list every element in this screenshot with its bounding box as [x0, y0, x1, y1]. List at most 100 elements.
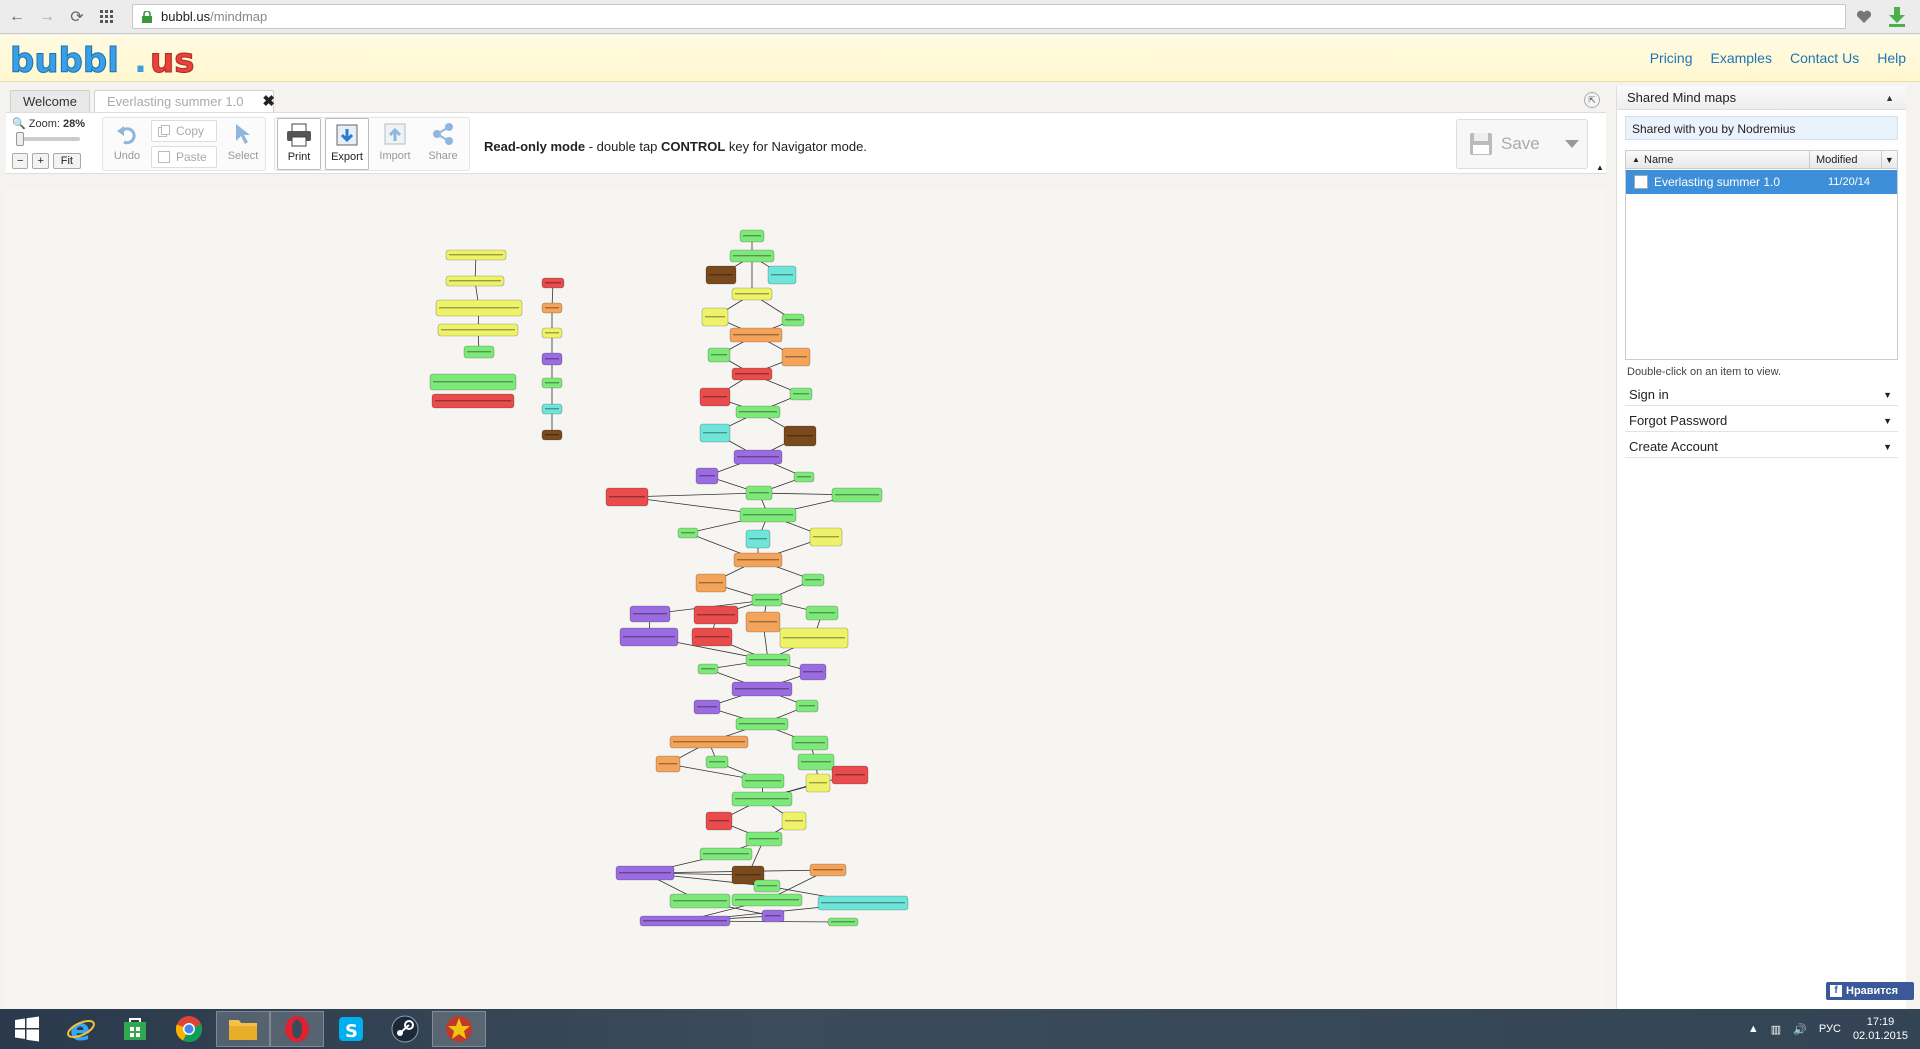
bubble-text-line [703, 432, 727, 434]
bubble-text-line [749, 659, 787, 661]
paste-icon [158, 151, 170, 163]
bubble-text-line [435, 400, 511, 402]
bubble-text-line [673, 900, 727, 902]
bubble-text-line [699, 475, 715, 477]
bubble-text-line [441, 329, 515, 331]
taskbar-internet-explorer[interactable]: e [54, 1011, 108, 1047]
zoom-slider[interactable] [16, 132, 80, 146]
collapse-panel-icon[interactable]: ⇱ [1584, 92, 1600, 108]
taskbar-file-explorer[interactable] [216, 1011, 270, 1047]
print-button[interactable]: Print [277, 118, 321, 170]
bubble-text-line [749, 492, 769, 494]
bubble-text-line [831, 921, 855, 923]
windows-logo-icon [15, 1016, 39, 1042]
export-button[interactable]: Export [325, 118, 369, 170]
mindmap-canvas[interactable] [6, 188, 1606, 1008]
nav-pricing[interactable]: Pricing [1650, 50, 1693, 66]
download-icon[interactable] [1884, 5, 1910, 29]
collapse-up-icon[interactable]: ▲ [1885, 86, 1894, 110]
volume-icon[interactable]: 🔊 [1793, 1023, 1807, 1036]
svg-text:e: e [70, 1014, 90, 1044]
zoom-fit-button[interactable]: Fit [52, 153, 81, 169]
paste-button[interactable]: Paste [151, 146, 217, 168]
address-bar[interactable]: bubbl.us/mindmap [132, 4, 1846, 29]
zoom-out-button[interactable]: − [12, 153, 29, 169]
network-icon[interactable]: ▥ [1771, 1023, 1781, 1036]
bubble-text-line [749, 621, 777, 623]
chrome-icon [175, 1016, 203, 1043]
select-button[interactable]: Select [221, 118, 265, 170]
bubble-text-line [745, 780, 781, 782]
select-label: Select [227, 150, 259, 162]
bubble-text-line [735, 798, 789, 800]
save-dropdown-icon[interactable] [1561, 126, 1583, 162]
copy-button[interactable]: Copy [151, 120, 217, 142]
language-indicator[interactable]: РУС [1819, 1023, 1841, 1035]
facebook-like-button[interactable]: f Нравится [1826, 982, 1914, 1000]
shared-maps-header[interactable]: Shared Mind maps ▲ [1617, 86, 1906, 110]
bubble-text-line [433, 381, 513, 383]
bubble-text-line [737, 559, 779, 561]
nav-contact-us[interactable]: Contact Us [1790, 50, 1859, 66]
taskbar-opera[interactable] [270, 1011, 324, 1047]
import-button[interactable]: Import [373, 118, 417, 170]
start-button[interactable] [0, 1011, 54, 1047]
export-icon [326, 119, 368, 151]
clock[interactable]: 17:19 02.01.2015 [1853, 1015, 1908, 1043]
nav-examples[interactable]: Examples [1710, 50, 1771, 66]
undo-icon [105, 118, 149, 150]
zoom-in-button[interactable]: + [32, 153, 49, 169]
nav-help[interactable]: Help [1877, 50, 1906, 66]
taskbar-skype[interactable]: S [324, 1011, 378, 1047]
reload-icon[interactable]: ⟳ [64, 4, 90, 30]
sign-in-section[interactable]: Sign in ▼ [1625, 384, 1898, 406]
tray-expand-icon[interactable]: ▲ [1748, 1023, 1759, 1035]
table-row[interactable]: Everlasting summer 1.0 11/20/14 [1626, 170, 1897, 194]
bubble-text-line [735, 688, 789, 690]
print-label: Print [287, 151, 311, 163]
back-icon[interactable]: ← [4, 4, 30, 30]
bubble-text-line [805, 579, 821, 581]
import-label: Import [379, 150, 411, 162]
undo-button[interactable]: Undo [105, 118, 149, 170]
bubble-text-line [697, 614, 735, 616]
save-button[interactable]: Save [1463, 126, 1555, 162]
column-menu-icon[interactable]: ▼ [1882, 151, 1897, 168]
bubble-text-line [813, 536, 839, 538]
file-tools: Print Export Import Share [274, 117, 470, 171]
toolbar-collapse-icon[interactable]: ▲ [1596, 163, 1604, 172]
bookmark-heart-icon[interactable] [1852, 5, 1876, 29]
share-button[interactable]: Share [421, 118, 465, 170]
taskbar-steam[interactable] [378, 1011, 432, 1047]
apps-grid-icon[interactable] [94, 4, 120, 30]
bubble-text-line [703, 853, 749, 855]
share-icon [421, 118, 465, 150]
svg-text:.: . [134, 43, 147, 77]
star-badge-icon [446, 1016, 472, 1042]
cursor-icon [221, 118, 265, 150]
bubble-text-line [643, 920, 727, 922]
skype-icon: S [339, 1017, 363, 1042]
tab-everlasting-summer[interactable]: Everlasting summer 1.0 ✖ [93, 90, 275, 113]
tab-label: Everlasting summer 1.0 [106, 93, 244, 109]
bubble-text-line [449, 254, 503, 256]
bubblus-logo[interactable]: bubbl . us [10, 43, 266, 77]
forgot-password-section[interactable]: Forgot Password ▼ [1625, 410, 1898, 432]
taskbar-store[interactable] [108, 1011, 162, 1047]
taskbar-chrome[interactable] [162, 1011, 216, 1047]
tab-welcome[interactable]: Welcome [10, 90, 90, 112]
zoom-slider-knob[interactable] [16, 132, 24, 146]
close-tab-icon[interactable]: ✖ [262, 91, 275, 113]
opera-icon [285, 1016, 309, 1042]
create-account-section[interactable]: Create Account ▼ [1625, 436, 1898, 458]
forward-icon[interactable]: → [34, 4, 60, 30]
taskbar-game-app[interactable] [432, 1011, 486, 1047]
bubble-text-line [545, 307, 559, 309]
folder-icon [229, 1020, 257, 1040]
bubble-text-line [765, 915, 781, 917]
undo-label: Undo [113, 150, 141, 162]
column-modified[interactable]: Modified [1810, 151, 1882, 168]
bubble-text-line [737, 456, 779, 458]
bubble-text-line [701, 668, 715, 670]
column-name[interactable]: ▲ Name [1626, 151, 1810, 168]
